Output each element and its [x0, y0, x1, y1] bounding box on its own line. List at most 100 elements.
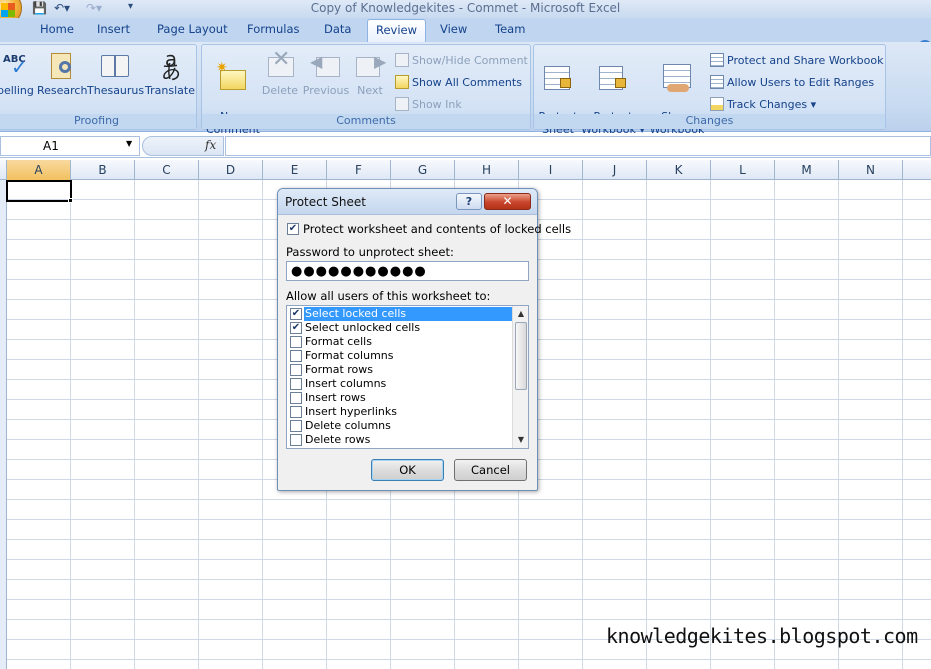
- permissions-list[interactable]: ✔ Select locked cells ✔ Select unlocked …: [286, 305, 529, 449]
- permission-select-locked-cells[interactable]: ✔ Select locked cells: [287, 307, 512, 321]
- name-box[interactable]: A1: [0, 136, 140, 156]
- tab-insert[interactable]: Insert: [97, 22, 130, 36]
- ribbon-tabs: Home Insert Page Layout Formulas Data Re…: [0, 18, 931, 54]
- protect-sheet-icon: [542, 64, 574, 94]
- translate-button[interactable]: aあ Translate: [145, 49, 195, 97]
- tab-page-layout[interactable]: Page Layout: [157, 22, 228, 36]
- formula-bar: A1 ▼ fx: [0, 134, 931, 158]
- column-header-n[interactable]: N: [839, 160, 903, 180]
- permission-checkbox[interactable]: ✔: [290, 308, 302, 320]
- track-changes-label: Track Changes ▾: [727, 98, 817, 111]
- comments-group: ✷ New Comment ✕ Delete ◀ Previous ▶ Next: [201, 44, 531, 136]
- permission-label: Insert hyperlinks: [305, 405, 397, 418]
- dialog-title: Protect Sheet: [285, 195, 366, 209]
- insert-function-icon[interactable]: fx: [205, 138, 216, 152]
- watermark-text: knowledgekites.blogspot.com: [606, 624, 918, 648]
- column-header-b[interactable]: B: [71, 160, 135, 180]
- formula-input[interactable]: [225, 136, 931, 156]
- show-ink-label: Show Ink: [412, 98, 462, 111]
- delete-label: Delete: [261, 84, 299, 97]
- permission-checkbox[interactable]: [290, 392, 302, 404]
- dialog-title-bar[interactable]: Protect Sheet ? ✕: [278, 189, 537, 215]
- thesaurus-button[interactable]: Thesaurus: [87, 51, 144, 97]
- column-header-m[interactable]: M: [775, 160, 839, 180]
- scroll-up-icon[interactable]: ▲: [515, 308, 527, 320]
- permission-checkbox[interactable]: ✔: [290, 322, 302, 334]
- tab-formulas[interactable]: Formulas: [247, 22, 300, 36]
- select-all-corner[interactable]: [0, 160, 7, 180]
- permission-format-columns[interactable]: Format columns: [287, 349, 512, 363]
- column-header-j[interactable]: J: [583, 160, 647, 180]
- tab-home[interactable]: Home: [40, 22, 74, 36]
- research-button[interactable]: Research: [37, 51, 87, 97]
- changes-group-label: Changes: [534, 114, 885, 129]
- delete-comment-button[interactable]: ✕ Delete: [260, 49, 300, 98]
- column-header-f[interactable]: F: [327, 160, 391, 180]
- protect-share-label: Protect and Share Workbook: [727, 54, 884, 67]
- password-field[interactable]: ●●●●●●●●●●●: [286, 261, 529, 281]
- track-changes-icon: [710, 97, 724, 111]
- show-hide-comment-label: Show/Hide Comment: [412, 54, 528, 67]
- permission-checkbox[interactable]: [290, 420, 302, 432]
- permission-checkbox[interactable]: [290, 406, 302, 418]
- column-header-d[interactable]: D: [199, 160, 263, 180]
- protect-share-workbook-button[interactable]: Protect and Share Workbook: [710, 53, 884, 67]
- column-header-a[interactable]: A: [7, 160, 71, 180]
- permission-checkbox[interactable]: [290, 434, 302, 446]
- permission-checkbox[interactable]: [290, 350, 302, 362]
- permission-checkbox[interactable]: [290, 364, 302, 376]
- proofing-group: ABC ✓ pelling Research Thesaurus aあ Tran…: [0, 44, 197, 130]
- thesaurus-icon: [99, 51, 131, 81]
- permission-insert-rows[interactable]: Insert rows: [287, 391, 512, 405]
- permission-select-unlocked-cells[interactable]: ✔ Select unlocked cells: [287, 321, 512, 335]
- dialog-help-button[interactable]: ?: [456, 193, 482, 210]
- allow-users-edit-ranges-button[interactable]: Allow Users to Edit Ranges: [710, 75, 874, 89]
- permission-delete-rows[interactable]: Delete rows: [287, 433, 512, 447]
- permission-label: Format rows: [305, 363, 373, 376]
- fill-handle[interactable]: [68, 198, 73, 203]
- column-header-l[interactable]: L: [711, 160, 775, 180]
- permission-label: Delete rows: [305, 433, 371, 446]
- column-header-c[interactable]: C: [135, 160, 199, 180]
- permission-insert-hyperlinks[interactable]: Insert hyperlinks: [287, 405, 512, 419]
- show-all-comments-button[interactable]: Show All Comments: [395, 75, 522, 89]
- scrollbar-thumb[interactable]: [515, 322, 527, 390]
- next-label: Next: [357, 84, 383, 97]
- permissions-scrollbar[interactable]: ▲ ▼: [512, 306, 528, 448]
- column-header-i[interactable]: I: [519, 160, 583, 180]
- next-comment-button[interactable]: ▶ Next: [352, 51, 388, 97]
- window-title: Copy of Knowledgekites - Commet - Micros…: [310, 1, 621, 15]
- permission-label: Format columns: [305, 349, 394, 362]
- share-workbook-icon: [661, 64, 693, 94]
- permission-format-cells[interactable]: Format cells: [287, 335, 512, 349]
- spelling-button[interactable]: ABC ✓ pelling: [0, 51, 34, 97]
- permission-checkbox[interactable]: [290, 336, 302, 348]
- ok-button[interactable]: OK: [371, 459, 444, 481]
- permission-format-rows[interactable]: Format rows: [287, 363, 512, 377]
- permission-label: Select unlocked cells: [305, 321, 421, 334]
- protect-worksheet-checkbox[interactable]: ✔: [287, 223, 299, 235]
- column-header-e[interactable]: E: [263, 160, 327, 180]
- show-ink-icon: [395, 97, 409, 111]
- previous-comment-button[interactable]: ◀ Previous: [302, 51, 350, 98]
- cancel-button[interactable]: Cancel: [454, 459, 527, 481]
- permission-delete-columns[interactable]: Delete columns: [287, 419, 512, 433]
- tab-view[interactable]: View: [440, 22, 467, 36]
- permission-insert-columns[interactable]: Insert columns: [287, 377, 512, 391]
- track-changes-button[interactable]: Track Changes ▾: [710, 97, 816, 111]
- dialog-close-button[interactable]: ✕: [484, 193, 531, 210]
- scroll-down-icon[interactable]: ▼: [515, 434, 527, 446]
- tab-review[interactable]: Review: [367, 19, 427, 43]
- name-box-dropdown-icon[interactable]: ▼: [126, 139, 132, 148]
- tab-team[interactable]: Team: [495, 22, 525, 36]
- row-headers[interactable]: [0, 180, 7, 669]
- active-cell-a1[interactable]: [6, 180, 72, 202]
- column-header-h[interactable]: H: [455, 160, 519, 180]
- permission-checkbox[interactable]: [290, 378, 302, 390]
- column-header-k[interactable]: K: [647, 160, 711, 180]
- show-ink-button[interactable]: Show Ink: [395, 97, 462, 111]
- tab-data[interactable]: Data: [324, 22, 351, 36]
- column-header-g[interactable]: G: [391, 160, 455, 180]
- show-hide-comment-button[interactable]: Show/Hide Comment: [395, 53, 528, 67]
- permission-label: Format cells: [305, 335, 372, 348]
